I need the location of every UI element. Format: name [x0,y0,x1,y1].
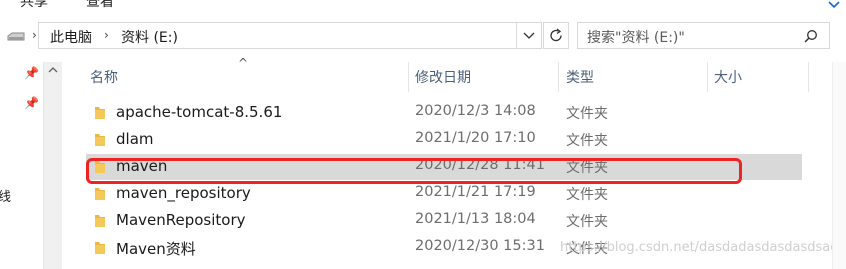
chevron-right-icon[interactable]: › [104,28,109,42]
column-divider[interactable] [558,62,559,92]
file-date: 2021/1/20 17:10 [415,130,536,146]
red-highlight-box [86,158,742,184]
watermark: https://blog.csdn.net/dasdadasdasdasdsad [560,240,839,255]
file-date: 2021/1/13 18:04 [415,211,536,227]
breadcrumb-this-pc[interactable]: 此电脑 [50,27,92,47]
chevron-right-icon[interactable]: › [32,28,37,42]
file-name[interactable]: dlam [116,130,154,148]
folder-icon [95,215,105,227]
file-date: 2021/1/21 17:19 [415,184,536,200]
pin-icon[interactable]: 📌 [24,66,39,80]
column-header-name[interactable]: 名称 [90,67,118,87]
folder-icon [95,134,105,146]
breadcrumb-drive-e[interactable]: 资料 (E:) [121,27,178,47]
file-name[interactable]: apache-tomcat-8.5.61 [116,103,282,121]
column-header-size[interactable]: 大小 [714,67,742,87]
file-date: 2020/12/30 15:31 [415,238,545,254]
vertical-scrollbar[interactable] [832,62,846,269]
refresh-button[interactable] [543,22,569,49]
nav-scrollbar[interactable] [43,62,62,269]
file-name[interactable]: MavenRepository [116,211,246,229]
search-icon[interactable] [804,29,818,43]
search-placeholder: 搜索"资料 (E:)" [587,30,685,46]
file-type: 文件夹 [566,106,608,122]
column-divider[interactable] [408,62,409,92]
folder-icon [95,242,105,254]
address-dropdown-button[interactable] [516,22,542,49]
tab-view[interactable]: 查看 [86,0,114,11]
nav-item-partial[interactable]: 线 [0,186,11,205]
file-type: 文件夹 [566,187,608,203]
column-divider[interactable] [808,62,809,92]
chevron-down-icon [523,32,535,39]
drive-icon [7,32,25,41]
chevron-down-icon[interactable] [828,0,840,10]
file-name[interactable]: maven_repository [116,184,251,202]
refresh-icon [550,28,562,42]
file-name[interactable]: Maven资料 [116,238,196,259]
sort-ascending-icon: ^ [238,56,249,70]
ribbon [0,0,846,16]
folder-icon [95,107,105,119]
folder-icon [95,188,105,200]
file-type: 文件夹 [566,133,608,149]
tab-share[interactable]: 共享 [20,0,48,11]
column-header-date[interactable]: 修改日期 [415,67,471,87]
file-date: 2020/12/3 14:08 [415,103,536,119]
column-divider[interactable] [707,62,708,92]
address-bar[interactable] [38,22,542,49]
file-type: 文件夹 [566,214,608,230]
column-header-type[interactable]: 类型 [566,67,594,87]
chevron-up-icon[interactable] [44,63,62,77]
pin-icon[interactable]: 📌 [24,96,39,110]
